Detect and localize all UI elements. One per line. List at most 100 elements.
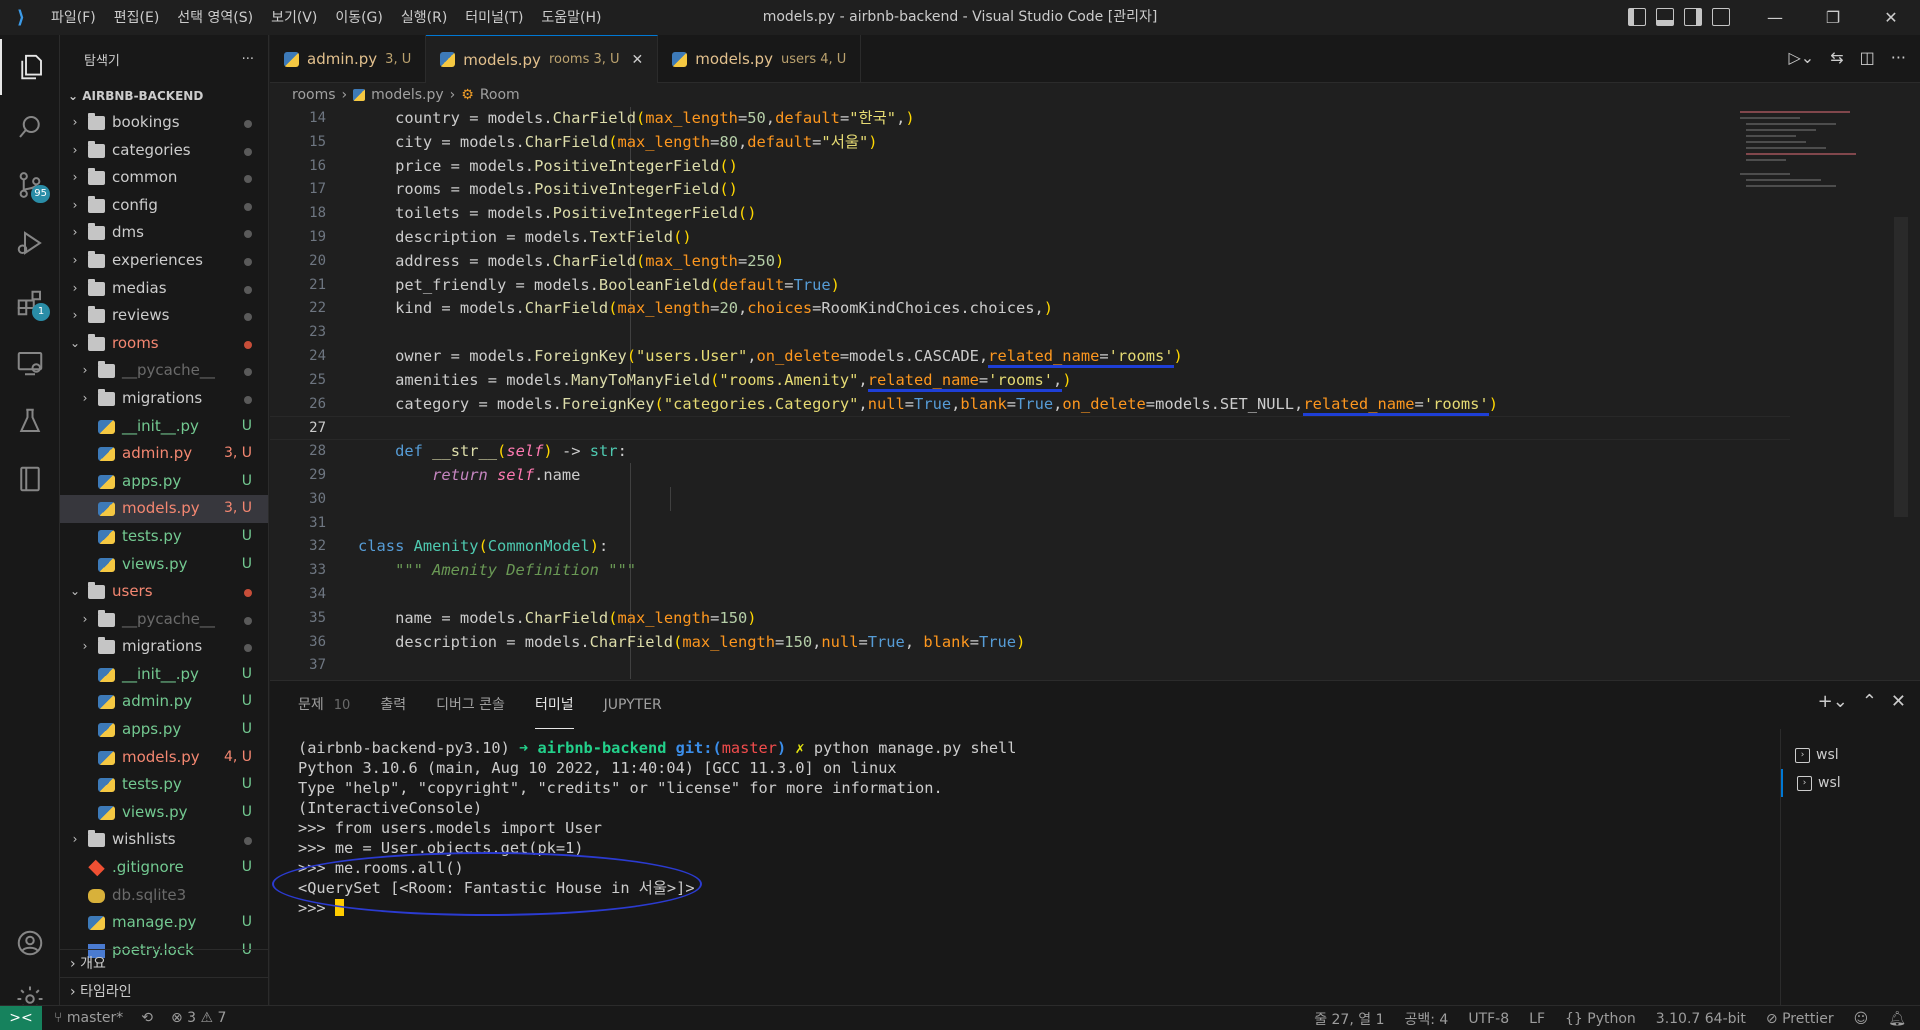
tab-users-models-py[interactable]: models.py users 4, U: [658, 35, 862, 83]
file-item[interactable]: views.py U: [60, 551, 268, 579]
close-window-icon[interactable]: ✕: [1862, 0, 1920, 35]
outline-section[interactable]: › 개요: [60, 949, 268, 977]
folder-item[interactable]: › reviews: [60, 302, 268, 330]
breadcrumb-folder[interactable]: rooms: [292, 87, 336, 103]
toggle-panel-icon[interactable]: [1656, 8, 1674, 26]
run-debug-icon[interactable]: [0, 215, 60, 271]
accounts-icon[interactable]: [0, 915, 60, 971]
file-item[interactable]: __init__.py U: [60, 661, 268, 689]
menu-selection[interactable]: 선택 영역(S): [168, 6, 262, 30]
tab-terminal[interactable]: 터미널: [534, 681, 574, 729]
folder-item[interactable]: › migrations: [60, 385, 268, 413]
more-actions-icon[interactable]: ···: [242, 52, 254, 67]
toggle-secondary-sidebar-icon[interactable]: [1684, 8, 1702, 26]
code-editor[interactable]: 14 country = models.CharField(max_length…: [270, 107, 1920, 680]
file-item[interactable]: views.py U: [60, 799, 268, 827]
restore-icon[interactable]: ❐: [1804, 0, 1862, 35]
file-item[interactable]: apps.py U: [60, 716, 268, 744]
cursor-position[interactable]: 줄 27, 열 1: [1314, 1009, 1384, 1029]
source-control-icon[interactable]: 95: [0, 157, 60, 213]
folder-item[interactable]: › bookings: [60, 109, 268, 137]
file-item[interactable]: .gitignore U: [60, 854, 268, 882]
project-header[interactable]: ⌄ AIRBNB-BACKEND: [60, 83, 268, 109]
prettier-status[interactable]: ⊘ Prettier: [1766, 1011, 1834, 1027]
tab-output[interactable]: 출력: [380, 681, 406, 729]
explorer-icon[interactable]: [0, 39, 60, 95]
folder-icon: [88, 306, 105, 324]
folder-item[interactable]: › migrations: [60, 633, 268, 661]
folder-item[interactable]: ⌄ rooms: [60, 330, 268, 358]
breadcrumb-file[interactable]: models.py: [371, 87, 444, 103]
file-item[interactable]: __init__.py U: [60, 413, 268, 441]
remote-explorer-icon[interactable]: [0, 335, 60, 391]
close-panel-icon[interactable]: ✕: [1891, 691, 1906, 712]
file-item[interactable]: admin.py 3, U: [60, 440, 268, 468]
scrollbar-thumb[interactable]: [1894, 217, 1908, 517]
encoding[interactable]: UTF-8: [1468, 1011, 1509, 1027]
file-item[interactable]: db.sqlite3: [60, 882, 268, 910]
tree-item-label: __init__.py: [122, 416, 199, 435]
git-branch[interactable]: ⑂ master*: [54, 1010, 123, 1026]
feedback-icon[interactable]: ☺: [1854, 1011, 1869, 1027]
maximize-panel-icon[interactable]: ⌃: [1862, 691, 1877, 712]
file-item[interactable]: admin.py U: [60, 688, 268, 716]
open-changes-icon[interactable]: ⇆: [1830, 48, 1843, 67]
folder-item[interactable]: › wishlists: [60, 826, 268, 854]
breadcrumb-symbol[interactable]: Room: [480, 87, 520, 103]
tab-debug-console[interactable]: 디버그 콘솔: [436, 681, 505, 729]
file-item[interactable]: tests.py U: [60, 771, 268, 799]
file-item[interactable]: apps.py U: [60, 468, 268, 496]
python-interpreter[interactable]: 3.10.7 64-bit: [1656, 1011, 1746, 1027]
more-actions-icon[interactable]: ···: [1891, 48, 1906, 67]
run-file-icon[interactable]: ▷⌄: [1788, 48, 1814, 67]
sync-icon[interactable]: ⟲: [141, 1010, 153, 1026]
file-item[interactable]: models.py 3, U: [60, 495, 268, 523]
search-icon[interactable]: [0, 99, 60, 155]
customize-layout-icon[interactable]: [1712, 8, 1730, 26]
toggle-sidebar-icon[interactable]: [1628, 8, 1646, 26]
terminal-output[interactable]: (airbnb-backend-py3.10) ➜ airbnb-backend…: [298, 738, 1758, 998]
close-tab-icon[interactable]: ✕: [632, 52, 644, 68]
folder-item[interactable]: › __pycache__: [60, 357, 268, 385]
minimap[interactable]: [1740, 107, 1860, 217]
extensions-icon[interactable]: 1: [0, 275, 60, 331]
menu-file[interactable]: 파일(F): [42, 6, 105, 30]
language-mode[interactable]: {} Python: [1565, 1011, 1636, 1027]
notebook-icon[interactable]: [0, 451, 60, 507]
folder-item[interactable]: ⌄ users: [60, 578, 268, 606]
menu-help[interactable]: 도움말(H): [532, 6, 610, 30]
tab-jupyter[interactable]: JUPYTER: [604, 681, 662, 729]
folder-item[interactable]: › dms: [60, 219, 268, 247]
timeline-section[interactable]: › 타임라인: [60, 977, 268, 1005]
tab-admin-py[interactable]: admin.py 3, U: [270, 35, 427, 83]
minimize-icon[interactable]: —: [1746, 0, 1804, 35]
tab-rooms-models-py[interactable]: models.py rooms 3, U ✕: [426, 35, 659, 83]
editor-scrollbar[interactable]: [1894, 107, 1908, 680]
split-editor-icon[interactable]: ◫: [1860, 48, 1875, 67]
folder-item[interactable]: › categories: [60, 137, 268, 165]
problems-status[interactable]: ⊗ 3 ⚠ 7: [171, 1010, 227, 1026]
file-item[interactable]: tests.py U: [60, 523, 268, 551]
new-terminal-icon[interactable]: +⌄: [1818, 691, 1848, 712]
notifications-icon[interactable]: 🔔︎: [1888, 1011, 1906, 1027]
menu-terminal[interactable]: 터미널(T): [456, 6, 532, 30]
terminal-instance[interactable]: › wsl: [1781, 741, 1920, 769]
file-item[interactable]: manage.py U: [60, 909, 268, 937]
python-file-icon: [353, 89, 366, 101]
tab-problems[interactable]: 문제 10: [298, 681, 350, 729]
folder-item[interactable]: › medias: [60, 275, 268, 303]
end-of-line[interactable]: LF: [1529, 1011, 1545, 1027]
folder-item[interactable]: › __pycache__: [60, 606, 268, 634]
folder-item[interactable]: › experiences: [60, 247, 268, 275]
menu-run[interactable]: 실행(R): [392, 6, 456, 30]
menu-view[interactable]: 보기(V): [262, 6, 326, 30]
testing-icon[interactable]: [0, 393, 60, 449]
menu-go[interactable]: 이동(G): [326, 6, 392, 30]
remote-indicator[interactable]: ><: [0, 1005, 42, 1030]
indentation[interactable]: 공백: 4: [1404, 1009, 1448, 1029]
folder-item[interactable]: › config: [60, 192, 268, 220]
folder-item[interactable]: › common: [60, 164, 268, 192]
file-item[interactable]: models.py 4, U: [60, 744, 268, 772]
menu-edit[interactable]: 편집(E): [105, 6, 169, 30]
terminal-instance-active[interactable]: › wsl: [1781, 769, 1920, 797]
